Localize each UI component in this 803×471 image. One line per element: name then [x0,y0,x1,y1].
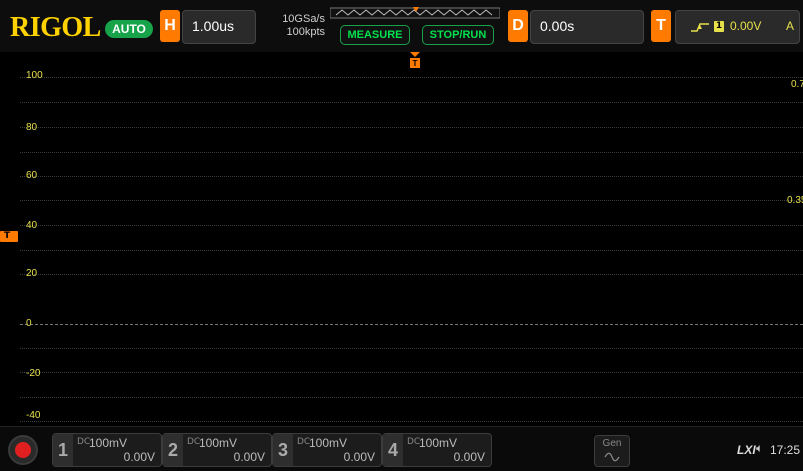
gridline [20,176,803,177]
trigger-tile[interactable]: 1 0.00V A [675,10,800,44]
memory-depth: 100kpts [286,26,325,38]
brand-logo: RIGOL [10,12,101,43]
y-label-20: 20 [26,268,38,279]
sample-rate: 10GSa/s [282,13,325,25]
timebase-value: 1.00us [192,18,235,34]
channel-offset: 0.00V [453,450,485,464]
gridline [20,200,803,201]
waveform-display[interactable]: 100 80 60 40 20 0 -20 -40 0.7 0.35 [20,52,803,426]
y-label-0: 0 [26,318,32,329]
right-scale-label: 0.7 [791,79,803,90]
gridline [20,274,803,275]
channel-number: 4 [383,434,403,466]
channel-2-tile[interactable]: 2 DC 100mV 0.00V [162,433,272,467]
system-clock: 17:25 [770,443,801,457]
y-label-100: 100 [26,70,43,81]
speaker-muted-icon[interactable]: 🔈︎ [756,441,763,456]
gridline [20,225,803,226]
channel-scale: 100mV [419,436,458,450]
main-menu-button[interactable] [8,435,38,465]
trigger-level-marker[interactable]: T [0,231,18,242]
channel-offset: 0.00V [233,450,265,464]
menu-icon [15,442,31,458]
gridline [20,421,803,422]
channel-offset: 0.00V [123,450,155,464]
channel-offset: 0.00V [343,450,375,464]
y-label-neg40: -40 [26,410,41,421]
waveform-position-indicator[interactable] [330,6,500,20]
auto-button[interactable]: AUTO [105,20,153,38]
y-label-40: 40 [26,220,38,231]
horizontal-letter[interactable]: H [160,10,180,42]
bottom-bar: 1 DC 100mV 0.00V 2 DC 100mV 0.00V 3 DC 1… [0,426,803,471]
generator-label: Gen [602,438,622,449]
gridline [20,372,803,373]
channel-scale: 100mV [199,436,238,450]
generator-button[interactable]: Gen [594,435,630,467]
gridline [20,102,803,103]
gridline [20,152,803,153]
top-bar: RIGOL AUTO H 1.00us 10GSa/s 100kpts MEAS… [0,0,803,52]
trigger-source-chip: 1 [714,21,724,32]
channel-scale: 100mV [89,436,128,450]
channel-3-tile[interactable]: 3 DC 100mV 0.00V [272,433,382,467]
rising-edge-icon [691,23,709,32]
lxi-logo: LXI [737,443,756,457]
channel-1-tile[interactable]: 1 DC 100mV 0.00V [52,433,162,467]
y-label-60: 60 [26,170,38,181]
gridline [20,348,803,349]
channel-number: 3 [273,434,293,466]
gridline [20,127,803,128]
gridline [20,77,803,78]
channel-number: 2 [163,434,183,466]
y-label-neg20: -20 [26,368,41,379]
y-label-80: 80 [26,122,38,133]
gridline [20,250,803,251]
stop-run-button[interactable]: STOP/RUN [422,25,494,45]
delay-letter[interactable]: D [508,10,528,42]
measure-button[interactable]: MEASURE [340,25,410,45]
acquisition-info: 10GSa/s 100kpts [255,13,325,39]
channel-4-tile[interactable]: 4 DC 100mV 0.00V [382,433,492,467]
channel-scale: 100mV [309,436,348,450]
sine-wave-icon [604,452,620,462]
gridline [20,397,803,398]
channel-number: 1 [53,434,73,466]
delay-value: 0.00s [540,18,575,34]
trigger-mode: A [786,19,795,33]
zero-gridline [20,324,803,325]
trigger-level: 0.00V [730,19,762,33]
trigger-letter[interactable]: T [651,10,671,42]
right-scale-label: 0.35 [787,195,803,206]
